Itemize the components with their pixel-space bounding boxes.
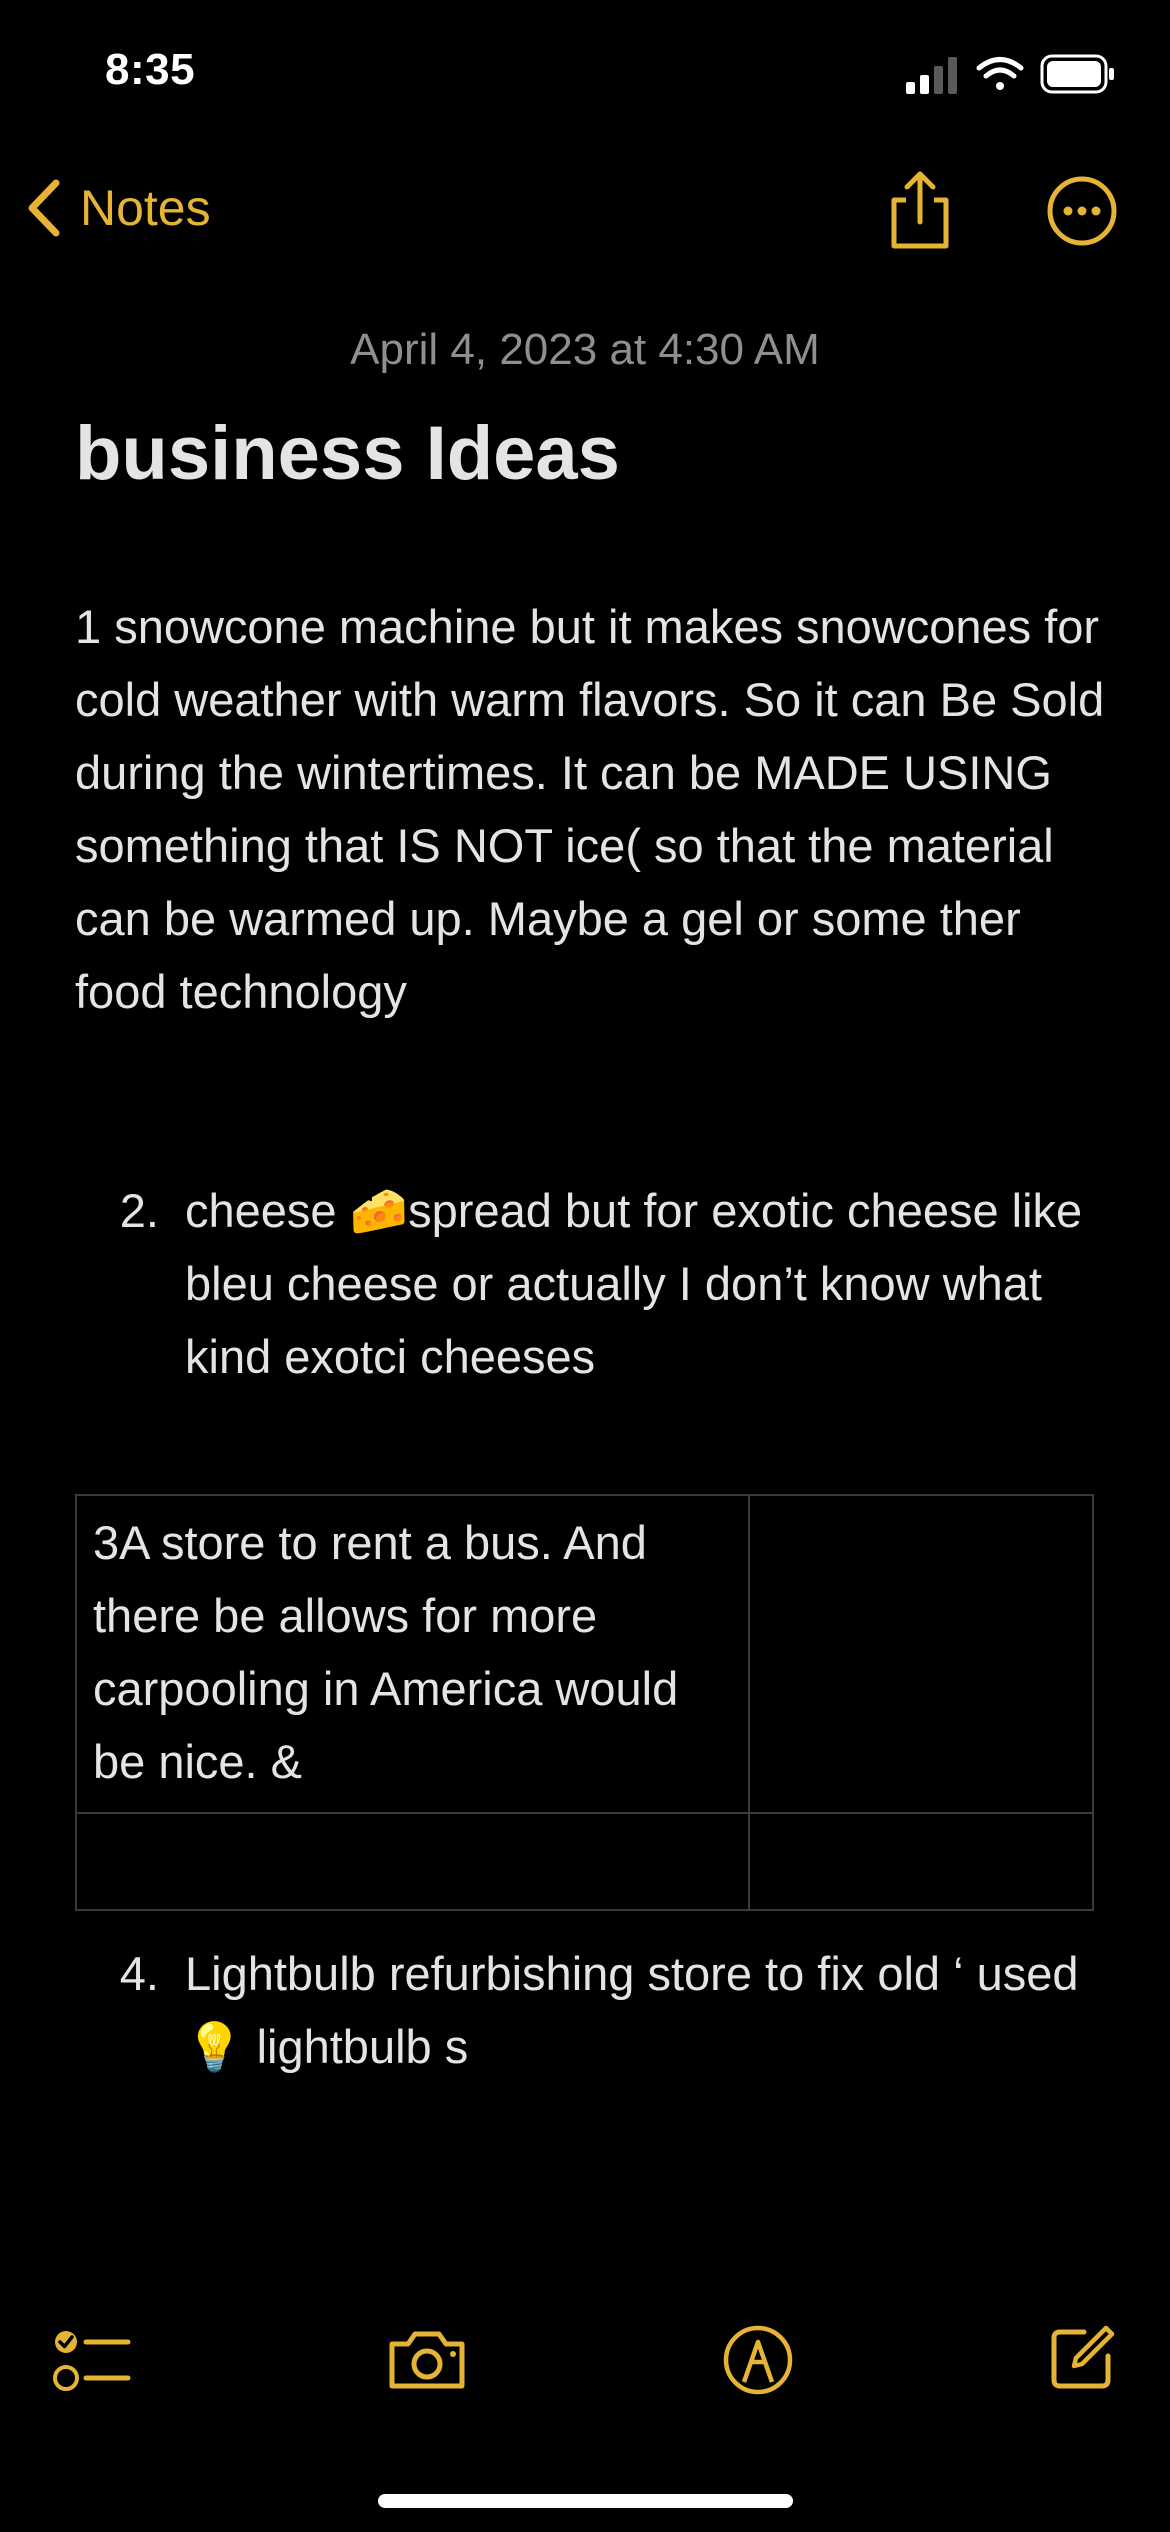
compose-icon [1051,2325,1115,2389]
camera-icon [389,2331,465,2389]
note-date: April 4, 2023 at 4:30 AM [350,325,820,374]
checklist-icon [53,2331,131,2391]
list-item-text: cheese 🧀spread but for exotic cheese lik… [185,1184,1083,1383]
list-item-text: Lightbulb refurbishing store to fix old … [185,1947,1079,2073]
table-cell[interactable] [75,1812,750,1911]
table-row [75,1812,1094,1911]
markup-button[interactable] [722,2324,794,2396]
home-indicator[interactable] [378,2494,793,2508]
back-label: Notes [80,180,211,236]
cellular-signal-icon [906,57,957,94]
table-row: 3A store to rent a bus. And there be all… [75,1494,1094,1814]
checklist-button[interactable] [52,2326,132,2396]
share-icon [891,171,949,249]
list-item[interactable]: 4. Lightbulb refurbishing store to fix o… [75,1937,1115,2083]
status-icons [900,52,1120,98]
status-time: 8:35 [105,45,196,94]
note-title[interactable]: business Ideas [75,410,620,497]
share-button[interactable] [880,168,960,252]
wifi-icon [976,57,1024,90]
note-paragraph[interactable]: 1 snowcone machine but it makes snowcone… [75,590,1105,1028]
more-button[interactable] [1046,175,1118,247]
chevron-left-icon [28,179,60,237]
table-cell[interactable] [748,1494,1094,1814]
table-cell[interactable] [748,1812,1094,1911]
list-number: 2. [119,1184,159,1237]
cheese-emoji-icon: 🧀 [349,1184,409,1237]
table-cell[interactable]: 3A store to rent a bus. And there be all… [75,1494,750,1814]
list-number: 4. [119,1947,159,2000]
list-item[interactable]: 2. cheese 🧀spread but for exotic cheese … [75,1174,1115,1393]
ellipsis-circle-icon [1047,176,1117,246]
compose-button[interactable] [1048,2324,1116,2392]
camera-button[interactable] [386,2328,468,2392]
lightbulb-emoji-icon: 💡 [185,2020,244,2073]
note-table[interactable]: 3A store to rent a bus. And there be all… [75,1494,1094,1911]
markup-pen-icon [723,2325,793,2395]
back-button[interactable]: Notes [24,172,211,244]
battery-icon [1040,54,1114,94]
